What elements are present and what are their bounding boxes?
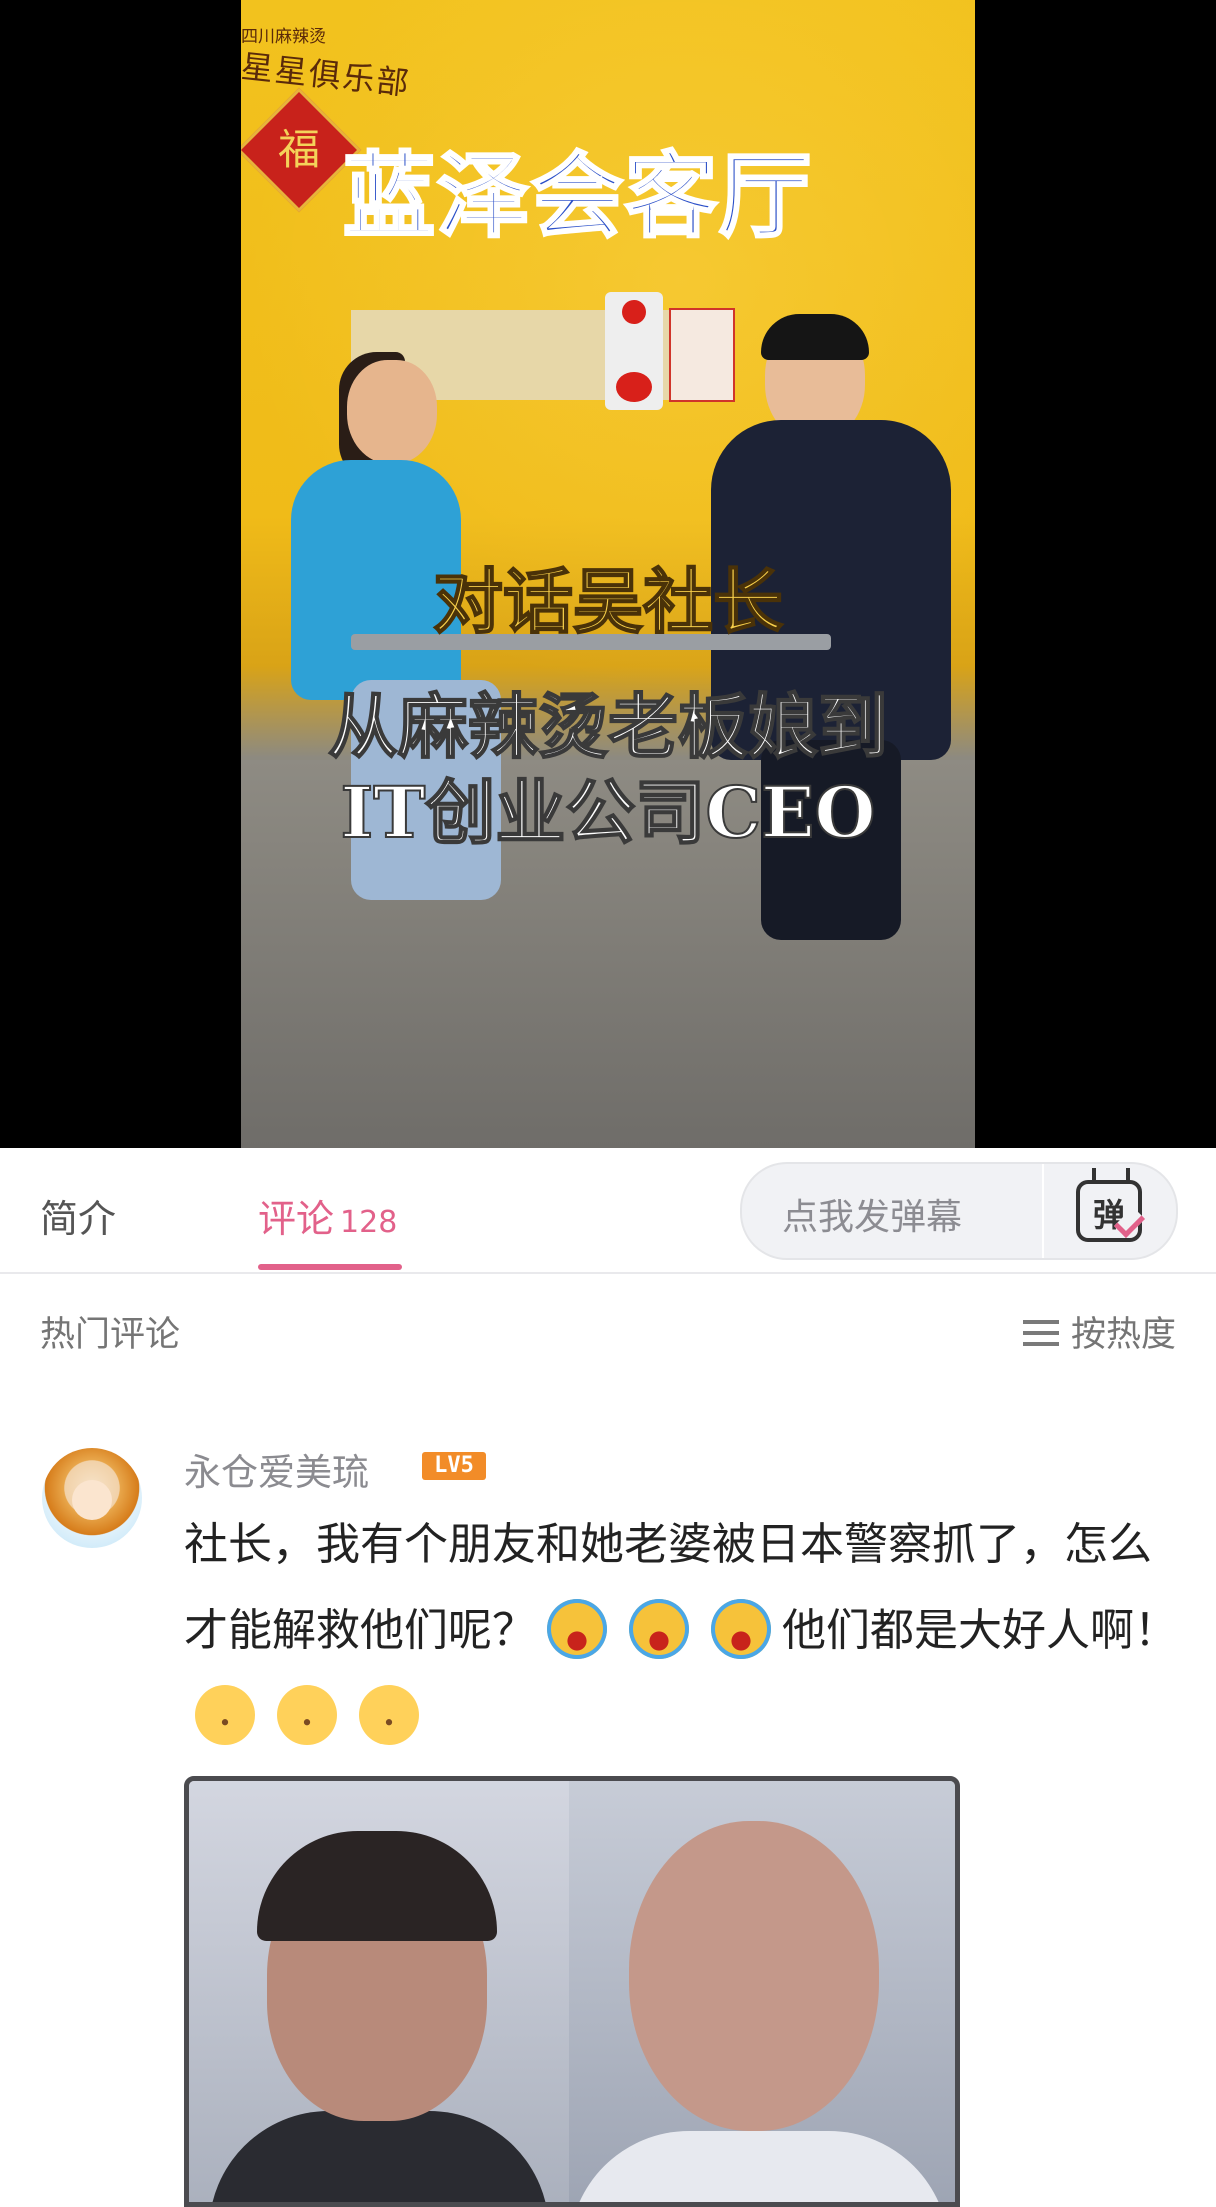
divider: [1042, 1164, 1044, 1258]
laugh-cry-emoji-icon: [359, 1685, 419, 1745]
active-tab-indicator: [258, 1264, 402, 1270]
sort-by-heat-button[interactable]: 按热度: [1022, 1306, 1176, 1357]
video-player[interactable]: 四川麻辣烫 星星俱乐部 福 蓝泽会客厅 对话吴社长 从麻辣烫老板娘到 IT创业公…: [0, 0, 1216, 1148]
loud-crying-emoji-icon: [711, 1599, 771, 1659]
photo-left-panel: [189, 1781, 569, 2202]
loud-crying-emoji-icon: [547, 1599, 607, 1659]
laugh-cry-emoji-icon: [277, 1685, 337, 1745]
menu-lines-icon: [1022, 1320, 1059, 1346]
comment-text[interactable]: 社长，我有个朋友和她老婆被日本警察抓了，怎么才能解救他们呢？ 他们都是大好人啊！: [184, 1502, 1184, 1760]
fu-character: 福: [277, 125, 320, 174]
danmaku-toggle-icon[interactable]: 弹: [1076, 1168, 1146, 1242]
show-title: 蓝泽会客厅: [341, 141, 814, 252]
fire-alarm: [605, 292, 663, 410]
caption-subtitle-line2: IT创业公司CEO: [340, 770, 877, 855]
person-face: [629, 1821, 879, 2131]
tab-bar: 简介 评论 128 点我发弹幕 弹: [0, 1148, 1216, 1274]
comment-text-part2: 他们都是大好人啊！: [782, 1605, 1178, 1656]
caption-headline: 对话吴社长: [432, 559, 784, 644]
level-badge: LV5: [422, 1452, 486, 1480]
comment-username[interactable]: 永仓爱美琉: [184, 1442, 369, 1496]
video-frame[interactable]: 四川麻辣烫 星星俱乐部 福 蓝泽会客厅 对话吴社长 从麻辣烫老板娘到 IT创业公…: [241, 0, 975, 1148]
laugh-cry-emoji-icon: [195, 1685, 255, 1745]
tab-comments-label: 评论: [258, 1197, 335, 1241]
loud-crying-emoji-icon: [629, 1599, 689, 1659]
person-hair: [257, 1831, 497, 1941]
tab-intro[interactable]: 简介: [40, 1188, 116, 1243]
caption-subtitle: 从麻辣烫老板娘到 IT创业公司CEO: [241, 684, 975, 856]
tv-antenna: [1092, 1168, 1130, 1180]
comment-image[interactable]: [184, 1776, 960, 2207]
person-shoulders: [569, 2131, 949, 2202]
person-shoulders: [209, 2111, 549, 2202]
caption-subtitle-line1: 从麻辣烫老板娘到: [327, 684, 889, 769]
tab-comments[interactable]: 评论 128: [258, 1188, 397, 1243]
comments-count: 128: [340, 1205, 398, 1240]
avatar[interactable]: [42, 1448, 142, 1548]
woman-head: [347, 360, 437, 464]
sort-label: 按热度: [1070, 1315, 1176, 1355]
danmaku-placeholder: 点我发弹幕: [782, 1197, 963, 1238]
photo-right-panel: [569, 1781, 955, 2202]
danmaku-input[interactable]: 点我发弹幕 弹: [740, 1162, 1178, 1260]
hot-comments-title: 热门评论: [40, 1315, 181, 1355]
man-hair: [761, 314, 869, 360]
